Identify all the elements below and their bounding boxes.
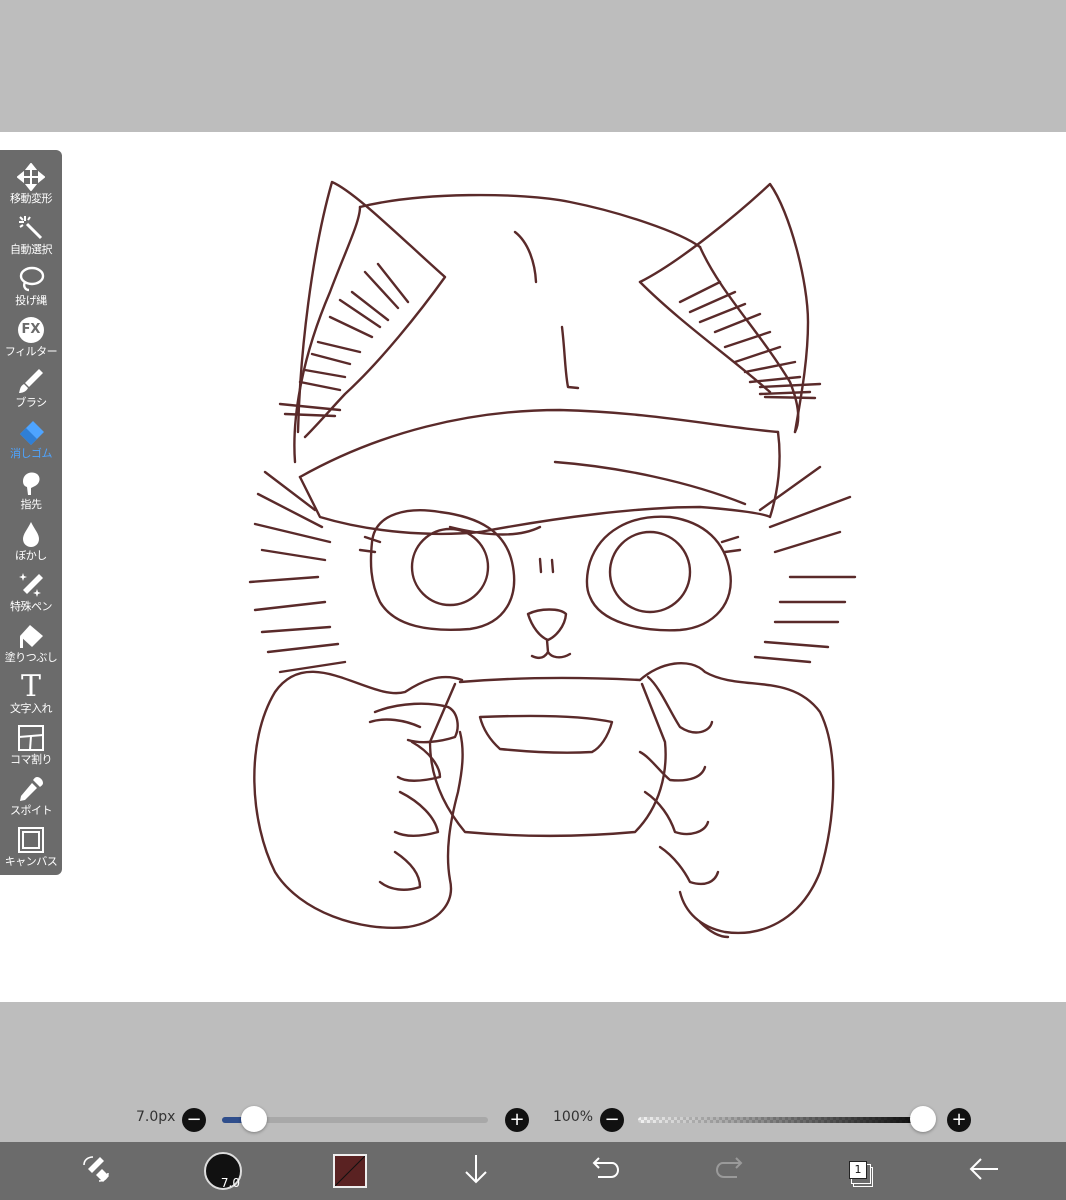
tool-brush[interactable]: ブラシ bbox=[0, 364, 62, 414]
tool-special-pen[interactable]: 特殊ペン bbox=[0, 568, 62, 618]
opacity-slider[interactable] bbox=[638, 1117, 934, 1123]
lasso-icon bbox=[16, 264, 46, 294]
tool-label: 移動変形 bbox=[10, 192, 53, 205]
tool-label: キャンバス bbox=[4, 855, 58, 868]
fx-icon: FX bbox=[16, 315, 46, 345]
quick-switch-button[interactable] bbox=[76, 1151, 116, 1191]
redo-icon bbox=[715, 1155, 747, 1187]
tool-label: 自動選択 bbox=[10, 243, 53, 256]
tool-label: 指先 bbox=[20, 498, 43, 511]
arrow-down-icon bbox=[462, 1153, 490, 1189]
current-color-swatch bbox=[333, 1154, 367, 1188]
frame-divider-icon bbox=[16, 723, 46, 753]
tool-filter[interactable]: FX フィルター bbox=[0, 313, 62, 363]
layer-count: 1 bbox=[849, 1161, 867, 1179]
tool-text[interactable]: T 文字入れ bbox=[0, 670, 62, 720]
layers-icon: 1 bbox=[842, 1155, 874, 1187]
special-pen-icon bbox=[16, 570, 46, 600]
undo-button[interactable] bbox=[584, 1151, 624, 1191]
brush-size-button[interactable]: 7.0 bbox=[203, 1151, 243, 1191]
blur-drop-icon bbox=[16, 519, 46, 549]
brush-size-slider-knob[interactable] bbox=[241, 1106, 267, 1132]
redo-button[interactable] bbox=[711, 1151, 751, 1191]
brush-size-plus-button[interactable]: + bbox=[505, 1108, 529, 1132]
tool-palette: 移動変形 自動選択 投げ縄 FX フィルター ブラシ 消しゴム 指先 ぼかし 特… bbox=[0, 150, 62, 875]
tool-eraser[interactable]: 消しゴム bbox=[0, 415, 62, 465]
tool-finger[interactable]: 指先 bbox=[0, 466, 62, 516]
tool-canvas[interactable]: キャンバス bbox=[0, 823, 62, 873]
tool-label: スポイト bbox=[10, 804, 53, 817]
brush-icon bbox=[16, 366, 46, 396]
tool-lasso[interactable]: 投げ縄 bbox=[0, 262, 62, 312]
brush-size-minus-button[interactable]: − bbox=[182, 1108, 206, 1132]
brush-size-preview-label: 7.0 bbox=[220, 1176, 240, 1190]
tool-label: ブラシ bbox=[15, 396, 47, 409]
tool-label: 文字入れ bbox=[10, 702, 53, 715]
magic-wand-icon bbox=[16, 213, 46, 243]
tool-label: 特殊ペン bbox=[10, 600, 53, 613]
drawing-canvas[interactable] bbox=[0, 132, 1066, 1002]
arrow-left-icon bbox=[968, 1155, 1000, 1187]
fill-bucket-icon bbox=[16, 621, 46, 651]
opacity-slider-knob[interactable] bbox=[910, 1106, 936, 1132]
layers-button[interactable]: 1 bbox=[838, 1151, 878, 1191]
tool-label: 消しゴム bbox=[10, 447, 53, 460]
brush-settings-row: 7.0px − + 100% − + bbox=[0, 1098, 1066, 1142]
tool-label: 投げ縄 bbox=[15, 294, 47, 307]
move-icon bbox=[16, 162, 46, 192]
eyedropper-icon bbox=[16, 774, 46, 804]
tool-auto-select[interactable]: 自動選択 bbox=[0, 211, 62, 261]
tool-blur[interactable]: ぼかし bbox=[0, 517, 62, 567]
bottom-toolbar: 7.0 1 bbox=[0, 1142, 1066, 1200]
eraser-icon bbox=[16, 417, 46, 447]
tool-label: ぼかし bbox=[15, 549, 47, 562]
color-button[interactable] bbox=[330, 1151, 370, 1191]
brush-size-preview: 7.0 bbox=[204, 1152, 242, 1190]
text-icon: T bbox=[20, 669, 41, 704]
opacity-plus-button[interactable]: + bbox=[947, 1108, 971, 1132]
download-button[interactable] bbox=[456, 1151, 496, 1191]
tool-eyedropper[interactable]: スポイト bbox=[0, 772, 62, 822]
tool-move-transform[interactable]: 移動変形 bbox=[0, 160, 62, 210]
cat-line-drawing bbox=[248, 180, 857, 939]
undo-icon bbox=[588, 1155, 620, 1187]
tool-label: 塗りつぶし bbox=[4, 651, 58, 664]
tool-fill[interactable]: 塗りつぶし bbox=[0, 619, 62, 669]
tool-label: フィルター bbox=[4, 345, 58, 358]
finger-icon bbox=[16, 468, 46, 498]
tool-frame-divider[interactable]: コマ割り bbox=[0, 721, 62, 771]
canvas-icon bbox=[16, 825, 46, 855]
opacity-value: 100% bbox=[553, 1109, 594, 1125]
opacity-minus-button[interactable]: − bbox=[600, 1108, 624, 1132]
back-button[interactable] bbox=[964, 1151, 1004, 1191]
tool-label: コマ割り bbox=[10, 753, 53, 766]
brush-eraser-switch-icon bbox=[80, 1153, 112, 1189]
brush-size-value: 7.0px bbox=[136, 1109, 176, 1125]
